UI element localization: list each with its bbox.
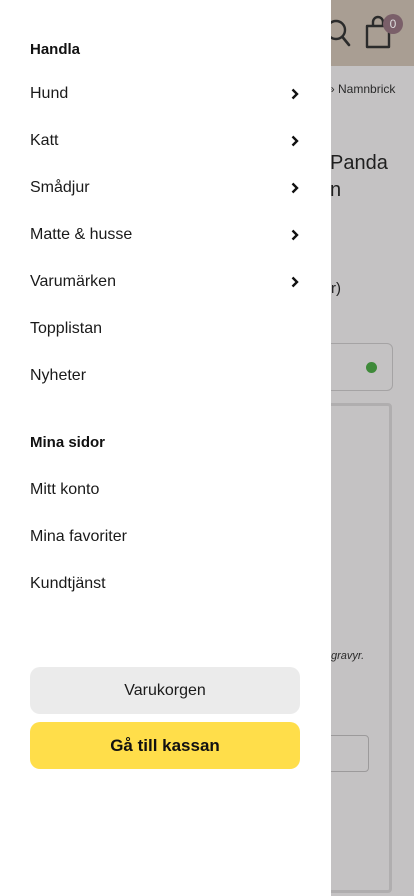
chevron-right-icon bbox=[291, 88, 299, 100]
menu-item-hund[interactable]: Hund bbox=[0, 74, 331, 114]
menu-item-label: Smådjur bbox=[30, 179, 90, 196]
menu-item-nyheter[interactable]: Nyheter bbox=[0, 356, 331, 396]
checkout-button[interactable]: Gå till kassan bbox=[30, 722, 300, 769]
menu-item-label: Mitt konto bbox=[30, 481, 100, 498]
menu-item-label: Mina favoriter bbox=[30, 528, 127, 545]
menu-item-label: Hund bbox=[30, 85, 69, 102]
cart-count-badge: 0 bbox=[383, 14, 403, 34]
menu-item-label: Katt bbox=[30, 132, 59, 149]
menu-item-mina-favoriter[interactable]: Mina favoriter bbox=[0, 517, 331, 557]
menu-item-label: Topplistan bbox=[30, 320, 103, 337]
menu-item-label: Kundtjänst bbox=[30, 575, 106, 592]
menu-item-kundtjanst[interactable]: Kundtjänst bbox=[0, 564, 331, 604]
product-title-line-2: n bbox=[330, 179, 342, 201]
account-heading: Mina sidor bbox=[30, 434, 106, 451]
menu-item-label: Varumärken bbox=[30, 273, 116, 290]
menu-item-katt[interactable]: Katt bbox=[0, 121, 331, 161]
product-title: Panda n bbox=[330, 150, 388, 204]
chevron-right-icon bbox=[291, 276, 299, 288]
engraving-note: gravyr. bbox=[331, 650, 365, 662]
chevron-right-icon bbox=[291, 135, 299, 147]
product-info-text: r) bbox=[331, 280, 341, 297]
menu-item-smadjur[interactable]: Smådjur bbox=[0, 168, 331, 208]
menu-item-matte-husse[interactable]: Matte & husse bbox=[0, 215, 331, 255]
product-title-line-1: Panda bbox=[330, 152, 388, 174]
menu-item-topplistan[interactable]: Topplistan bbox=[0, 309, 331, 349]
stock-status-dot bbox=[366, 362, 377, 373]
menu-item-label: Nyheter bbox=[30, 367, 87, 384]
navigation-drawer: Handla Hund Katt Smådjur Matte & husse V… bbox=[0, 0, 331, 896]
menu-item-mitt-konto[interactable]: Mitt konto bbox=[0, 470, 331, 510]
shop-heading: Handla bbox=[30, 41, 81, 58]
menu-item-label: Matte & husse bbox=[30, 226, 133, 243]
chevron-right-icon bbox=[291, 182, 299, 194]
breadcrumb: » Namnbrick bbox=[328, 82, 396, 96]
basket-button[interactable]: Varukorgen bbox=[30, 667, 300, 714]
menu-item-varumarken[interactable]: Varumärken bbox=[0, 262, 331, 302]
chevron-right-icon bbox=[291, 229, 299, 241]
